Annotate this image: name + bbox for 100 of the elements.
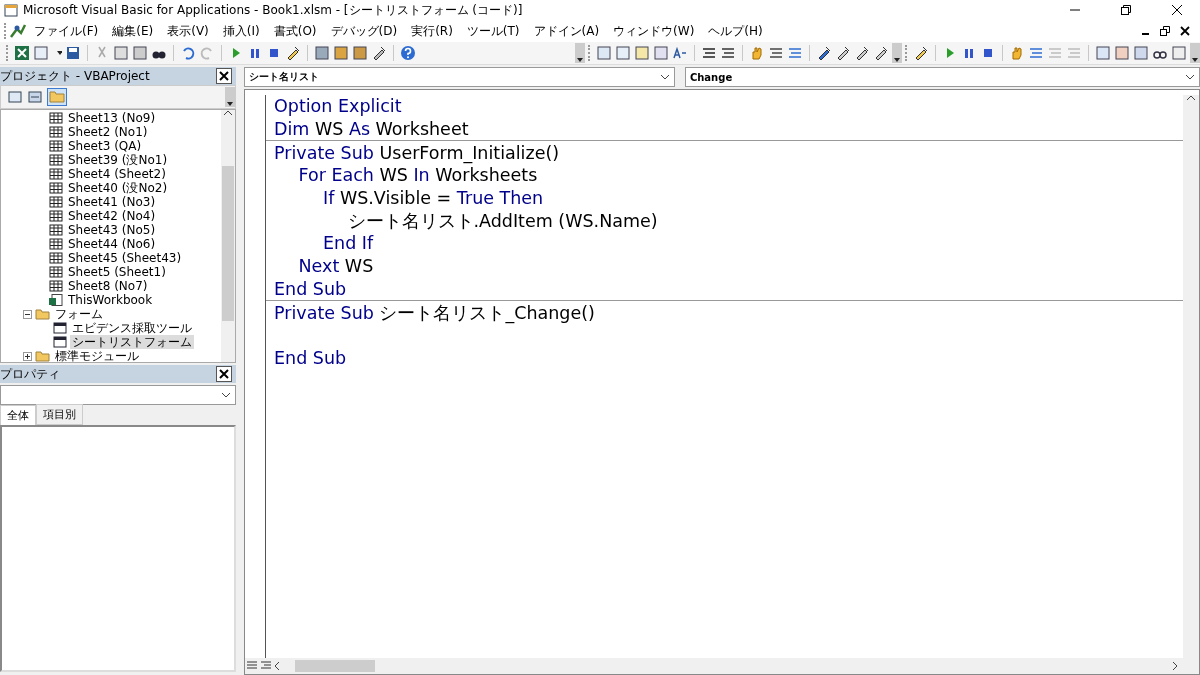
worksheet-icon — [49, 182, 63, 194]
app-icon — [4, 3, 18, 17]
worksheet-icon — [49, 154, 63, 166]
tree-folder[interactable]: フォーム — [53, 307, 105, 321]
tab[interactable]: 全体 — [0, 405, 36, 425]
menu-item[interactable]: 挿入(I) — [215, 20, 267, 42]
code-line: For Each WS In Worksheets — [298, 165, 538, 186]
code-line: If WS.Visible = True Then — [323, 188, 544, 209]
tree-item[interactable]: Sheet41 (No3) — [66, 195, 158, 209]
view-code-icon[interactable] — [7, 89, 23, 105]
worksheet-icon — [49, 126, 63, 138]
worksheet-icon — [49, 266, 63, 278]
tree-item[interactable]: Sheet39 (没No1) — [66, 153, 170, 167]
tree-item[interactable]: Sheet44 (No6) — [66, 237, 158, 251]
tree-item[interactable]: Sheet4 (Sheet2) — [66, 167, 168, 181]
tree-folder[interactable]: 標準モジュール — [53, 349, 141, 362]
toolbar-overflow-icon[interactable] — [1190, 43, 1200, 63]
scroll-right-icon[interactable] — [1171, 661, 1179, 671]
complete-word-icon[interactable] — [672, 45, 688, 61]
code-line: End If — [323, 233, 374, 254]
tree-item[interactable]: Sheet42 (No4) — [66, 209, 158, 223]
collapse-icon[interactable] — [23, 309, 32, 319]
tree-item[interactable]: Sheet45 (Sheet43) — [66, 251, 184, 265]
menu-item[interactable]: ウィンドウ(W) — [606, 20, 702, 42]
menu-item[interactable]: 実行(R) — [404, 20, 460, 42]
restore-icon[interactable] — [1121, 5, 1131, 15]
close-button[interactable] — [1180, 26, 1190, 36]
excel-icon[interactable] — [14, 45, 30, 61]
vertical-scrollbar[interactable] — [1183, 95, 1199, 658]
outdent-icon[interactable] — [720, 45, 736, 61]
code-line: Dim WS As Worksheet — [274, 119, 469, 140]
scroll-up-icon[interactable] — [1186, 95, 1196, 101]
code-line: Private Sub シート名リスト_Change() — [274, 301, 595, 325]
menu-item[interactable]: 表示(V) — [160, 20, 216, 42]
expand-icon[interactable] — [23, 351, 32, 361]
tree-item[interactable]: Sheet8 (No7) — [66, 279, 150, 293]
folder-icon — [35, 308, 50, 320]
pane-title: プロジェクト - VBAProject — [0, 67, 150, 85]
menu-item[interactable]: アドイン(A) — [526, 20, 607, 42]
worksheet-icon — [49, 196, 63, 208]
save-icon[interactable] — [65, 45, 81, 61]
menu-item[interactable]: ファイル(F) — [27, 20, 106, 42]
toolbar-overflow-icon[interactable] — [225, 87, 235, 107]
menu-item[interactable]: 編集(E) — [105, 20, 161, 42]
scroll-left-icon[interactable] — [273, 661, 281, 671]
toolbar-overflow-icon[interactable] — [892, 43, 902, 63]
menu-item[interactable]: 書式(O) — [266, 20, 324, 42]
menu-item[interactable]: ツール(T) — [459, 20, 527, 42]
menu-item[interactable]: デバッグ(D) — [323, 20, 405, 42]
code-line: Private Sub UserForm_Initialize() — [274, 142, 560, 163]
folder-icon — [35, 350, 50, 362]
close-icon[interactable] — [1172, 5, 1182, 15]
code-line: シート名リスト.AddItem (WS.Name) — [347, 209, 658, 233]
menu-item[interactable]: ヘルプ(H) — [701, 20, 770, 42]
tree-item[interactable]: Sheet5 (Sheet1) — [66, 265, 168, 279]
tree-item[interactable]: シートリストフォーム — [70, 335, 194, 349]
worksheet-icon — [49, 140, 63, 152]
window-title: Microsoft Visual Basic for Applications - Book1.xlsm - [シートリストフォーム (コード)] — [23, 1, 524, 19]
tree-item[interactable]: Sheet2 (No1) — [66, 125, 150, 139]
code-line: Next WS — [298, 256, 374, 277]
worksheet-icon — [49, 168, 63, 180]
tab[interactable]: 項目別 — [36, 404, 83, 425]
tree-item[interactable]: Sheet43 (No5) — [66, 223, 158, 237]
tree-item[interactable]: エビデンス採取ツール — [70, 321, 194, 335]
userform-icon — [53, 322, 67, 334]
pane-title: プロパティ — [0, 365, 60, 383]
tree-item[interactable]: Sheet3 (QA) — [66, 139, 144, 153]
workbook-icon — [49, 294, 63, 306]
worksheet-icon — [49, 210, 63, 222]
worksheet-icon — [49, 252, 63, 264]
userform-icon — [53, 336, 67, 348]
worksheet-icon — [49, 280, 63, 292]
restore-button[interactable] — [1160, 26, 1170, 36]
tree-item[interactable]: Sheet13 (No9) — [66, 111, 158, 125]
breakpoint-hand-icon[interactable] — [749, 45, 765, 61]
object-dropdown[interactable]: シート名リスト — [244, 67, 675, 87]
vba-logo-icon — [9, 23, 27, 39]
tree-item[interactable]: ThisWorkbook — [66, 293, 155, 307]
code-line: Option Explicit — [274, 96, 402, 117]
tree-item[interactable]: Sheet40 (没No2) — [66, 181, 170, 195]
code-line: End Sub — [274, 347, 347, 368]
scroll-up-icon[interactable] — [223, 110, 233, 116]
breakpoint-hand-icon[interactable] — [1009, 45, 1025, 61]
worksheet-icon — [49, 224, 63, 236]
close-button[interactable] — [216, 68, 232, 84]
vertical-scrollbar[interactable] — [221, 110, 235, 362]
undo-icon[interactable] — [180, 45, 196, 61]
indent-icon[interactable] — [701, 45, 717, 61]
toolbar-overflow-icon[interactable] — [575, 43, 585, 63]
procedure-dropdown[interactable]: Change — [684, 67, 1200, 87]
view-object-icon[interactable] — [27, 89, 43, 105]
horizontal-scrollbar-thumb[interactable] — [295, 660, 375, 672]
toggle-folders-icon[interactable] — [47, 88, 67, 106]
close-button[interactable] — [216, 366, 232, 382]
worksheet-icon — [49, 238, 63, 250]
design-mode-icon[interactable] — [285, 45, 301, 61]
help-icon[interactable] — [400, 45, 416, 61]
design-mode-icon[interactable] — [913, 45, 929, 61]
code-line: End Sub — [274, 278, 347, 299]
worksheet-icon — [49, 112, 63, 124]
